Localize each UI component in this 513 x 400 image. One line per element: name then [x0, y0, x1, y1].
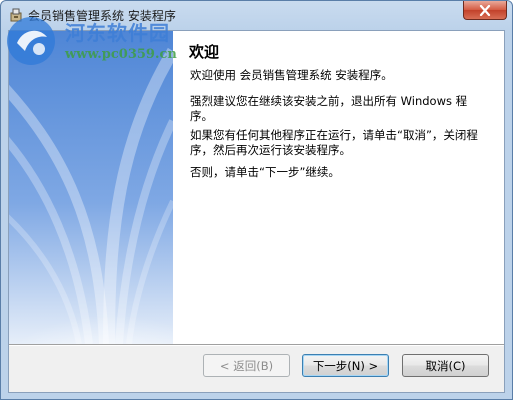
close-programs-advice: 强烈建议您在继续该安装之前，退出所有 Windows 程序。 — [190, 94, 468, 123]
cancel-button[interactable]: 取消(C) — [402, 354, 489, 377]
watermark-site-name: 河东软件园 — [65, 21, 170, 45]
next-button[interactable]: 下一步(N) > — [302, 354, 389, 377]
site-watermark: 河东软件园 www.pc0359.cn — [1, 11, 221, 71]
welcome-text: 欢迎使用 会员销售管理系统 安装程序。 — [190, 68, 393, 82]
back-button[interactable]: < 返回(B) — [203, 354, 290, 377]
cancel-instruction: 如果您有任何其他程序正在运行，请单击“取消”，关闭程序，然后再次运行该安装程序。 — [190, 128, 478, 157]
wizard-side-banner — [9, 31, 173, 344]
button-divider — [9, 344, 504, 346]
close-icon — [479, 4, 491, 16]
banner-swirl-graphic — [9, 31, 173, 344]
installer-window: 会员销售管理系统 安装程序 欢迎 欢迎使用 会员销售管理系统 安装程序。 强烈建… — [0, 0, 513, 400]
welcome-panel: 欢迎 欢迎使用 会员销售管理系统 安装程序。 强烈建议您在继续该安装之前，退出所… — [173, 31, 504, 344]
watermark-logo-icon — [7, 17, 55, 65]
client-area: 欢迎 欢迎使用 会员销售管理系统 安装程序。 强烈建议您在继续该安装之前，退出所… — [8, 30, 505, 393]
watermark-url: www.pc0359.cn — [65, 47, 177, 62]
close-button[interactable] — [463, 1, 507, 20]
continue-instruction: 否则，请单击“下一步”继续。 — [190, 165, 340, 179]
